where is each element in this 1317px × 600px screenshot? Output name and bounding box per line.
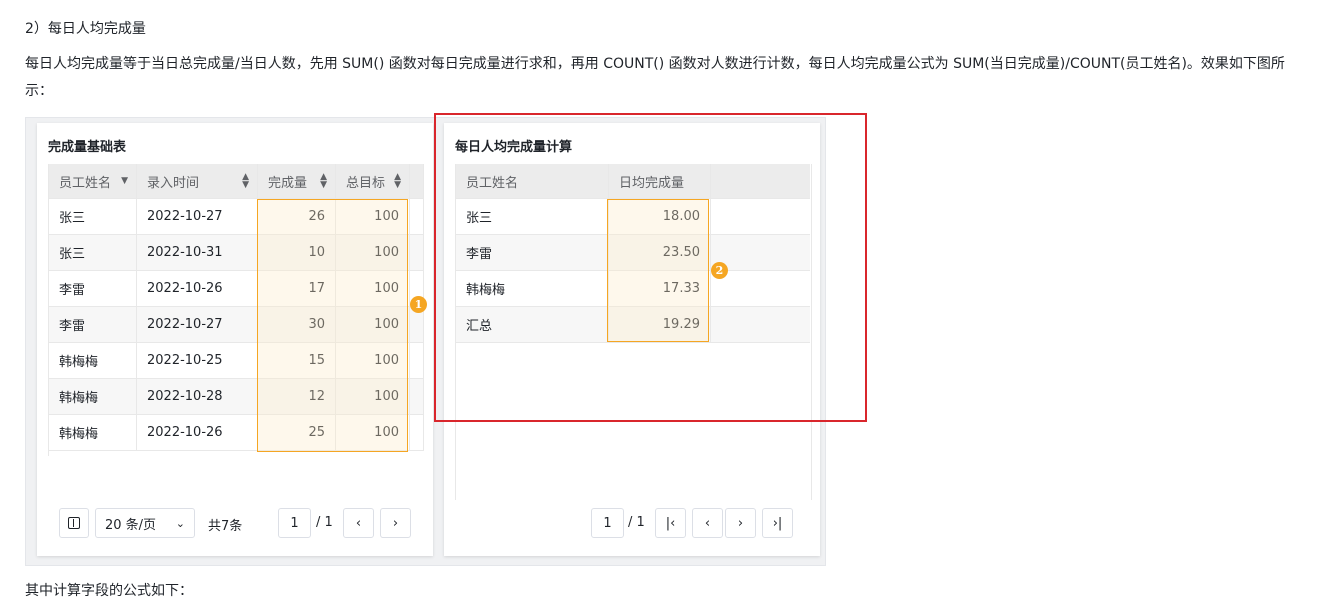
- sort-icon[interactable]: ▲ ▼: [394, 173, 401, 190]
- completed-highlight: [257, 199, 408, 452]
- scrollbar-gutter: [410, 199, 424, 234]
- annotation-badge-1: 1: [410, 296, 427, 313]
- cell-time: 2022-10-27: [137, 307, 258, 342]
- cell-name: 张三: [49, 199, 137, 234]
- cell-time: 2022-10-28: [137, 379, 258, 414]
- cell-time: 2022-10-27: [137, 199, 258, 234]
- chevron-right-icon: ›: [737, 515, 744, 531]
- sort-icon[interactable]: ▲ ▼: [242, 173, 249, 190]
- scrollbar-gutter: [410, 379, 424, 414]
- cutoff-text: 其中计算字段的公式如下：: [25, 583, 193, 599]
- column-header-name[interactable]: 员工姓名 ▼: [49, 164, 137, 198]
- annotation-red-box: [434, 113, 867, 422]
- first-page-button[interactable]: |‹: [655, 508, 686, 538]
- scrollbar-gutter: [410, 415, 424, 450]
- chevron-left-icon: ‹: [355, 515, 362, 531]
- page-count: / 1: [316, 515, 333, 530]
- caret-down-icon[interactable]: ▼: [121, 176, 128, 186]
- column-header-time[interactable]: 录入时间 ▲ ▼: [137, 164, 258, 198]
- scrollbar-gutter: [410, 343, 424, 378]
- chevron-left-icon: ‹: [704, 515, 711, 531]
- chevron-down-icon: ⌄: [175, 516, 185, 530]
- next-page-button[interactable]: ›: [380, 508, 411, 538]
- panel-title: 完成量基础表: [48, 140, 127, 155]
- total-count: 共7条: [208, 519, 243, 534]
- page-size-select[interactable]: 20 条/页 ⌄: [95, 508, 195, 538]
- description-paragraph: 每日人均完成量等于当日总完成量/当日人数，先用 SUM() 函数对每日完成量进行…: [25, 56, 1285, 99]
- section-heading: 2）每日人均完成量: [25, 21, 146, 37]
- cell-name: 李雷: [49, 307, 137, 342]
- page-input[interactable]: 1: [591, 508, 624, 538]
- scrollbar-gutter: [410, 164, 424, 198]
- column-toggle-icon: [68, 517, 80, 529]
- last-page-button[interactable]: ›|: [762, 508, 793, 538]
- column-settings-button[interactable]: [59, 508, 89, 538]
- cell-name: 韩梅梅: [49, 415, 137, 450]
- last-page-icon: ›|: [772, 515, 783, 531]
- cell-time: 2022-10-26: [137, 415, 258, 450]
- chevron-right-icon: ›: [392, 515, 399, 531]
- cell-time: 2022-10-26: [137, 271, 258, 306]
- cell-name: 张三: [49, 235, 137, 270]
- column-header-completed[interactable]: 完成量 ▲ ▼: [258, 164, 336, 198]
- prev-page-button[interactable]: ‹: [692, 508, 723, 538]
- prev-page-button[interactable]: ‹: [343, 508, 374, 538]
- cell-name: 韩梅梅: [49, 379, 137, 414]
- cell-name: 韩梅梅: [49, 343, 137, 378]
- scrollbar-gutter: [410, 235, 424, 270]
- column-header-target[interactable]: 总目标 ▲ ▼: [336, 164, 410, 198]
- cell-name: 李雷: [49, 271, 137, 306]
- page-input[interactable]: 1: [278, 508, 311, 538]
- page-count: / 1: [628, 515, 645, 530]
- cell-time: 2022-10-25: [137, 343, 258, 378]
- first-page-icon: |‹: [665, 515, 676, 531]
- sort-icon[interactable]: ▲ ▼: [320, 173, 327, 190]
- next-page-button[interactable]: ›: [725, 508, 756, 538]
- base-table-panel: 完成量基础表 员工姓名 ▼ 录入时间 ▲ ▼ 完成量 ▲ ▼ 总目标 ▲ ▼ 张三 20…: [37, 123, 433, 556]
- table-header-row: 员工姓名 ▼ 录入时间 ▲ ▼ 完成量 ▲ ▼ 总目标 ▲ ▼: [49, 164, 424, 199]
- cell-time: 2022-10-31: [137, 235, 258, 270]
